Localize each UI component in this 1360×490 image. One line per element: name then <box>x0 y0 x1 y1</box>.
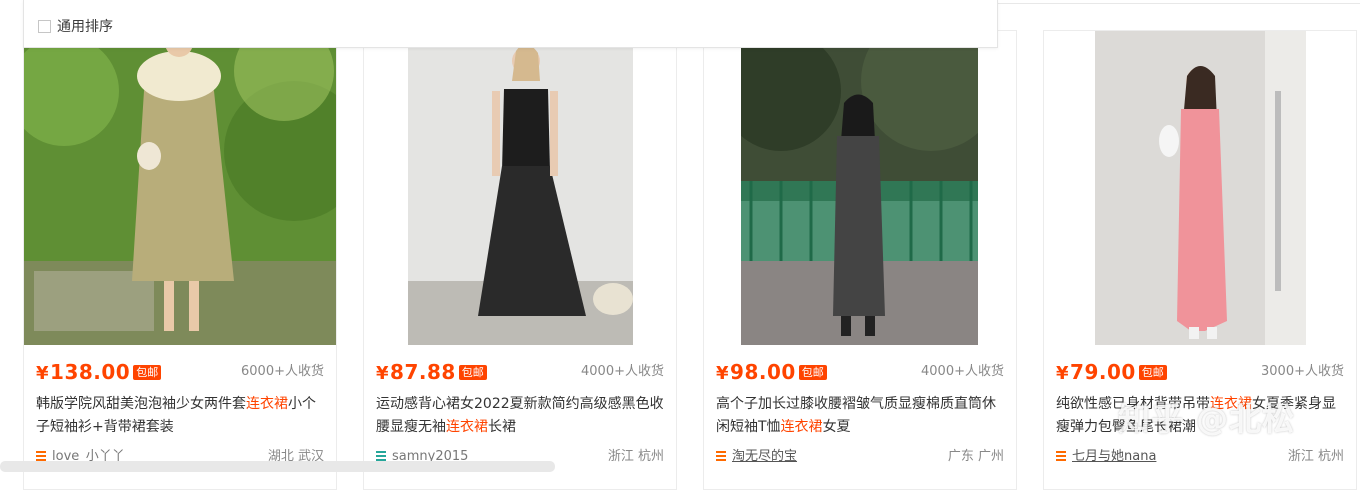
location: 浙江 杭州 <box>607 449 664 464</box>
deal-count: 4000+人收货 <box>581 364 664 379</box>
shop-name[interactable]: 七月与她nana <box>1072 449 1156 464</box>
product-title[interactable]: 高个子加长过膝收腰褶皱气质显瘦棉质直筒休闲短袖T恤连衣裙女夏 <box>716 393 1004 439</box>
shop-icon <box>716 451 726 461</box>
product-card[interactable]: ¥138.00 包邮 6000+人收货 韩版学院风甜美泡泡袖少女两件套连衣裙小个子… <box>23 30 337 490</box>
product-card[interactable]: ¥87.88 包邮 4000+人收货 运动感背心裙女2022夏新款简约高级感黑色收… <box>363 30 677 490</box>
product-title[interactable]: 韩版学院风甜美泡泡袖少女两件套连衣裙小个子短袖衫+背带裙套装 <box>36 393 324 439</box>
free-shipping-badge: 包邮 <box>1138 365 1167 380</box>
price: ¥138.00 <box>36 360 131 384</box>
product-photo <box>408 31 633 345</box>
product-image[interactable] <box>741 31 978 345</box>
free-shipping-badge: 包邮 <box>133 365 162 380</box>
product-photo <box>24 31 336 345</box>
product-card[interactable]: ¥98.00 包邮 4000+人收货 高个子加长过膝收腰褶皱气质显瘦棉质直筒休闲短… <box>703 30 1017 490</box>
shop-icon <box>376 451 386 461</box>
deal-count: 3000+人收货 <box>1261 364 1344 379</box>
watermark: 知乎 @北松 <box>1118 400 1296 438</box>
product-photo <box>1095 31 1306 345</box>
product-image[interactable] <box>408 31 633 345</box>
shop-icon <box>36 451 46 461</box>
product-image[interactable] <box>24 31 336 345</box>
product-image[interactable] <box>1095 31 1306 345</box>
price: ¥98.00 <box>716 360 796 384</box>
price: ¥87.88 <box>376 360 456 384</box>
horizontal-scrollbar[interactable] <box>0 461 555 472</box>
shop-name[interactable]: 淘无尽的宝 <box>732 449 797 464</box>
header-divider <box>998 0 1360 4</box>
location: 广东 广州 <box>947 449 1004 464</box>
sort-option-general[interactable]: 通用排序 <box>38 16 113 36</box>
checkbox[interactable] <box>38 19 51 33</box>
deal-count: 4000+人收货 <box>921 364 1004 379</box>
location: 浙江 杭州 <box>1287 449 1344 464</box>
sort-option-label: 通用排序 <box>57 19 113 35</box>
free-shipping-badge: 包邮 <box>798 365 827 380</box>
sort-dropdown-panel: 通用排序 <box>23 0 998 48</box>
product-photo <box>741 31 978 345</box>
shop-icon <box>1056 451 1066 461</box>
price: ¥79.00 <box>1056 360 1136 384</box>
free-shipping-badge: 包邮 <box>458 365 487 380</box>
product-title[interactable]: 运动感背心裙女2022夏新款简约高级感黑色收腰显瘦无袖连衣裙长裙 <box>376 393 664 439</box>
deal-count: 6000+人收货 <box>241 364 324 379</box>
